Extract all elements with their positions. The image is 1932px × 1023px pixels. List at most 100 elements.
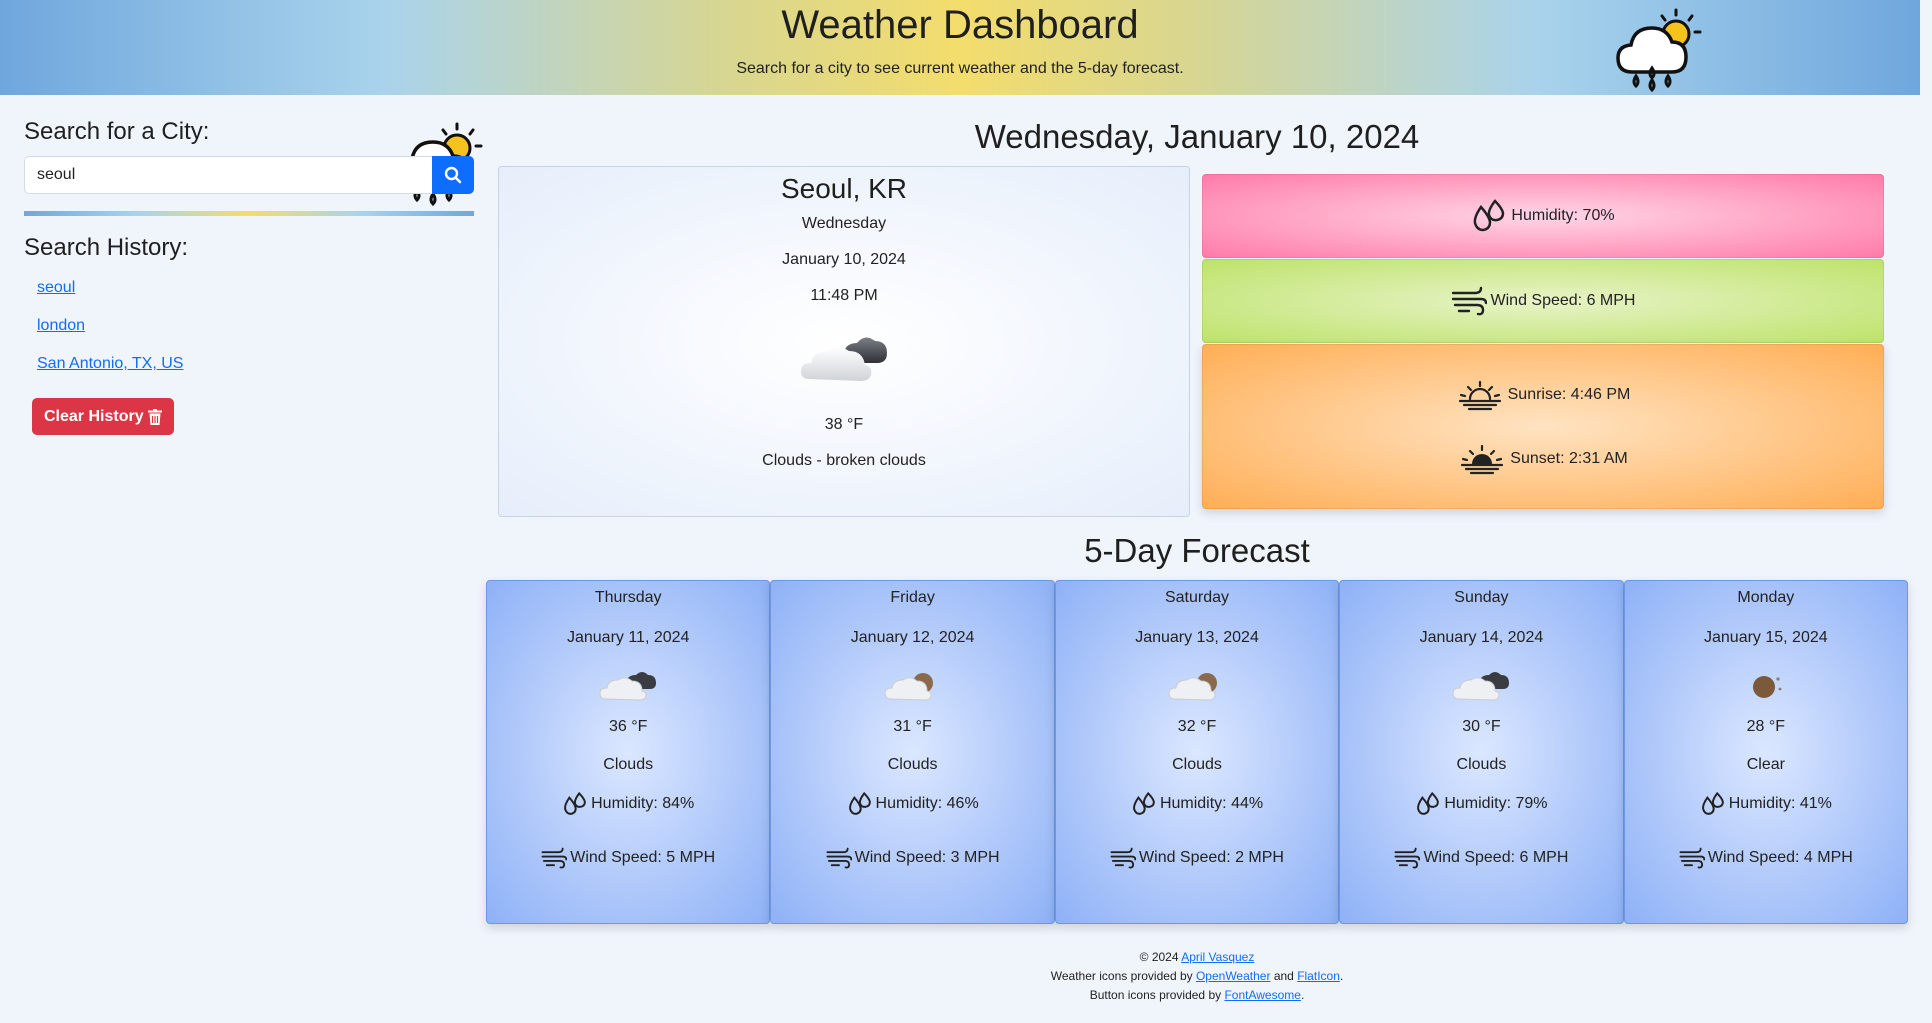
humidity-icon [1701, 792, 1724, 815]
search-heading: Search for a City: [24, 118, 210, 145]
divider [24, 211, 474, 216]
forecast-card: Saturday January 13, 2024 32 °F Clouds H… [1054, 580, 1340, 924]
history-list: seoul london San Antonio, TX, US [24, 274, 474, 388]
forecast-heading: 5-Day Forecast [1084, 532, 1310, 569]
footer-copyright-line: © 2024 April Vasquez [486, 948, 1908, 967]
author-link[interactable]: April Vasquez [1181, 950, 1254, 964]
forecast-wind: Wind Speed: 5 MPH [570, 849, 716, 866]
broken-clouds-icon [801, 337, 887, 381]
clear-history-label: Clear History [44, 407, 144, 425]
forecast-desc: Clouds [887, 756, 938, 773]
forecast-card: Monday January 15, 2024 28 °F Clear Humi… [1623, 580, 1909, 924]
forecast-humidity: Humidity: 41% [1728, 795, 1832, 812]
forecast-temp: 30 °F [1462, 718, 1501, 735]
sunrise-value: Sunrise: 4:46 PM [1507, 385, 1631, 403]
current-time: 11:48 PM [810, 287, 878, 304]
openweather-link[interactable]: OpenWeather [1196, 969, 1271, 983]
humidity-value: Humidity: 70% [1511, 207, 1615, 224]
footer-and: and [1273, 969, 1294, 983]
forecast-card: Friday January 12, 2024 31 °F Clouds Hum… [770, 580, 1055, 924]
current-weekday: Wednesday [801, 215, 887, 232]
history-item[interactable]: london [37, 312, 474, 350]
current-date: January 10, 2024 [782, 251, 906, 268]
forecast-wind: Wind Speed: 3 MPH [854, 849, 1000, 866]
forecast-desc: Clouds [1456, 756, 1507, 773]
rain-sun-cloud-icon [1616, 8, 1702, 92]
forecast-humidity: Humidity: 44% [1159, 795, 1264, 812]
forecast-date: January 14, 2024 [1419, 629, 1544, 646]
broken-clouds-icon [599, 672, 657, 701]
forecast-temp: 28 °F [1746, 718, 1786, 735]
history-item[interactable]: seoul [37, 274, 474, 312]
forecast-desc: Clouds [1172, 756, 1222, 773]
forecast-day: Friday [890, 589, 935, 606]
current-temp: 38 °F [824, 416, 864, 433]
flaticon-link[interactable]: FlatIcon [1297, 969, 1340, 983]
current-date-heading: Wednesday, January 10, 2024 [974, 118, 1420, 155]
forecast-day: Sunday [1454, 589, 1509, 606]
current-weather-card: Seoul, KR Wednesday January 10, 2024 11:… [498, 166, 1190, 517]
sunrise-icon [1458, 380, 1501, 410]
sunset-icon [1461, 444, 1504, 474]
forecast-card: Sunday January 14, 2024 30 °F Clouds Hum… [1339, 580, 1624, 924]
clear-history-button[interactable]: Clear History [32, 398, 174, 435]
wind-icon [1451, 286, 1487, 316]
forecast-date: January 15, 2024 [1704, 629, 1828, 646]
forecast-card: Thursday January 11, 2024 36 °F Clouds H… [486, 580, 771, 924]
wind-icon [1110, 847, 1137, 869]
footer-button-credit: Button icons provided by FontAwesome. [486, 986, 1908, 1005]
forecast-date: January 12, 2024 [850, 629, 975, 646]
wind-icon [541, 847, 568, 869]
footer-weather-prefix: Weather icons provided by [1050, 969, 1193, 983]
sun-box: Sunrise: 4:46 PM Sunset: 2:31 AM [1202, 344, 1884, 509]
wind-icon [826, 847, 852, 869]
forecast-day: Thursday [594, 589, 662, 606]
forecast-day: Monday [1737, 589, 1795, 606]
city-name: Seoul, KR [780, 173, 908, 204]
forecast-humidity: Humidity: 84% [591, 795, 695, 812]
forecast-humidity: Humidity: 46% [875, 795, 979, 812]
history-heading: Search History: [24, 234, 189, 261]
forecast-temp: 36 °F [608, 718, 648, 735]
clear-night-icon [1752, 676, 1782, 698]
search-input[interactable] [24, 156, 432, 194]
current-description: Clouds - broken clouds [762, 452, 926, 469]
forecast-day: Saturday [1164, 589, 1230, 606]
few-clouds-night-icon [884, 673, 933, 701]
forecast-desc: Clear [1746, 756, 1785, 773]
wind-icon [1394, 847, 1421, 869]
forecast-wind: Wind Speed: 6 MPH [1423, 849, 1569, 866]
forecast-wind: Wind Speed: 2 MPH [1139, 849, 1284, 866]
forecast-date: January 11, 2024 [566, 629, 690, 646]
forecast-date: January 13, 2024 [1135, 629, 1259, 646]
sunset-value: Sunset: 2:31 AM [1510, 449, 1628, 467]
humidity-icon [1474, 199, 1505, 232]
footer-weather-credit: Weather icons provided by OpenWeather an… [486, 967, 1908, 986]
humidity-box: Humidity: 70% [1202, 174, 1884, 258]
trash-icon [147, 408, 162, 425]
wind-box: Wind Speed: 6 MPH [1202, 259, 1884, 343]
forecast-humidity: Humidity: 79% [1444, 795, 1548, 812]
search-icon [444, 166, 462, 184]
wind-icon [1679, 847, 1705, 869]
footer-period: . [1300, 988, 1305, 1002]
page-header: Weather Dashboard Search for a city to s… [0, 0, 1920, 206]
forecast-temp: 32 °F [1177, 718, 1217, 735]
humidity-icon [848, 792, 871, 815]
footer-copyright: © 2024 [1139, 950, 1179, 964]
page-footer: © 2024 April Vasquez Weather icons provi… [486, 948, 1908, 1005]
wind-value: Wind Speed: 6 MPH [1490, 292, 1636, 309]
search-button[interactable] [432, 156, 474, 194]
forecast-temp: 31 °F [893, 718, 932, 735]
footer-button-prefix: Button icons provided by [1089, 988, 1222, 1002]
history-item[interactable]: San Antonio, TX, US [37, 350, 474, 388]
footer-period: . [1339, 969, 1344, 983]
forecast-wind: Wind Speed: 4 MPH [1707, 849, 1853, 866]
broken-clouds-icon [1452, 672, 1510, 701]
forecast-row: Thursday January 11, 2024 36 °F Clouds H… [486, 580, 1909, 924]
humidity-icon [564, 792, 586, 815]
search-panel: Search for a City: Search History: seoul… [24, 118, 474, 435]
fontawesome-link[interactable]: FontAwesome [1224, 988, 1300, 1002]
humidity-icon [1132, 792, 1155, 815]
forecast-desc: Clouds [603, 756, 654, 773]
